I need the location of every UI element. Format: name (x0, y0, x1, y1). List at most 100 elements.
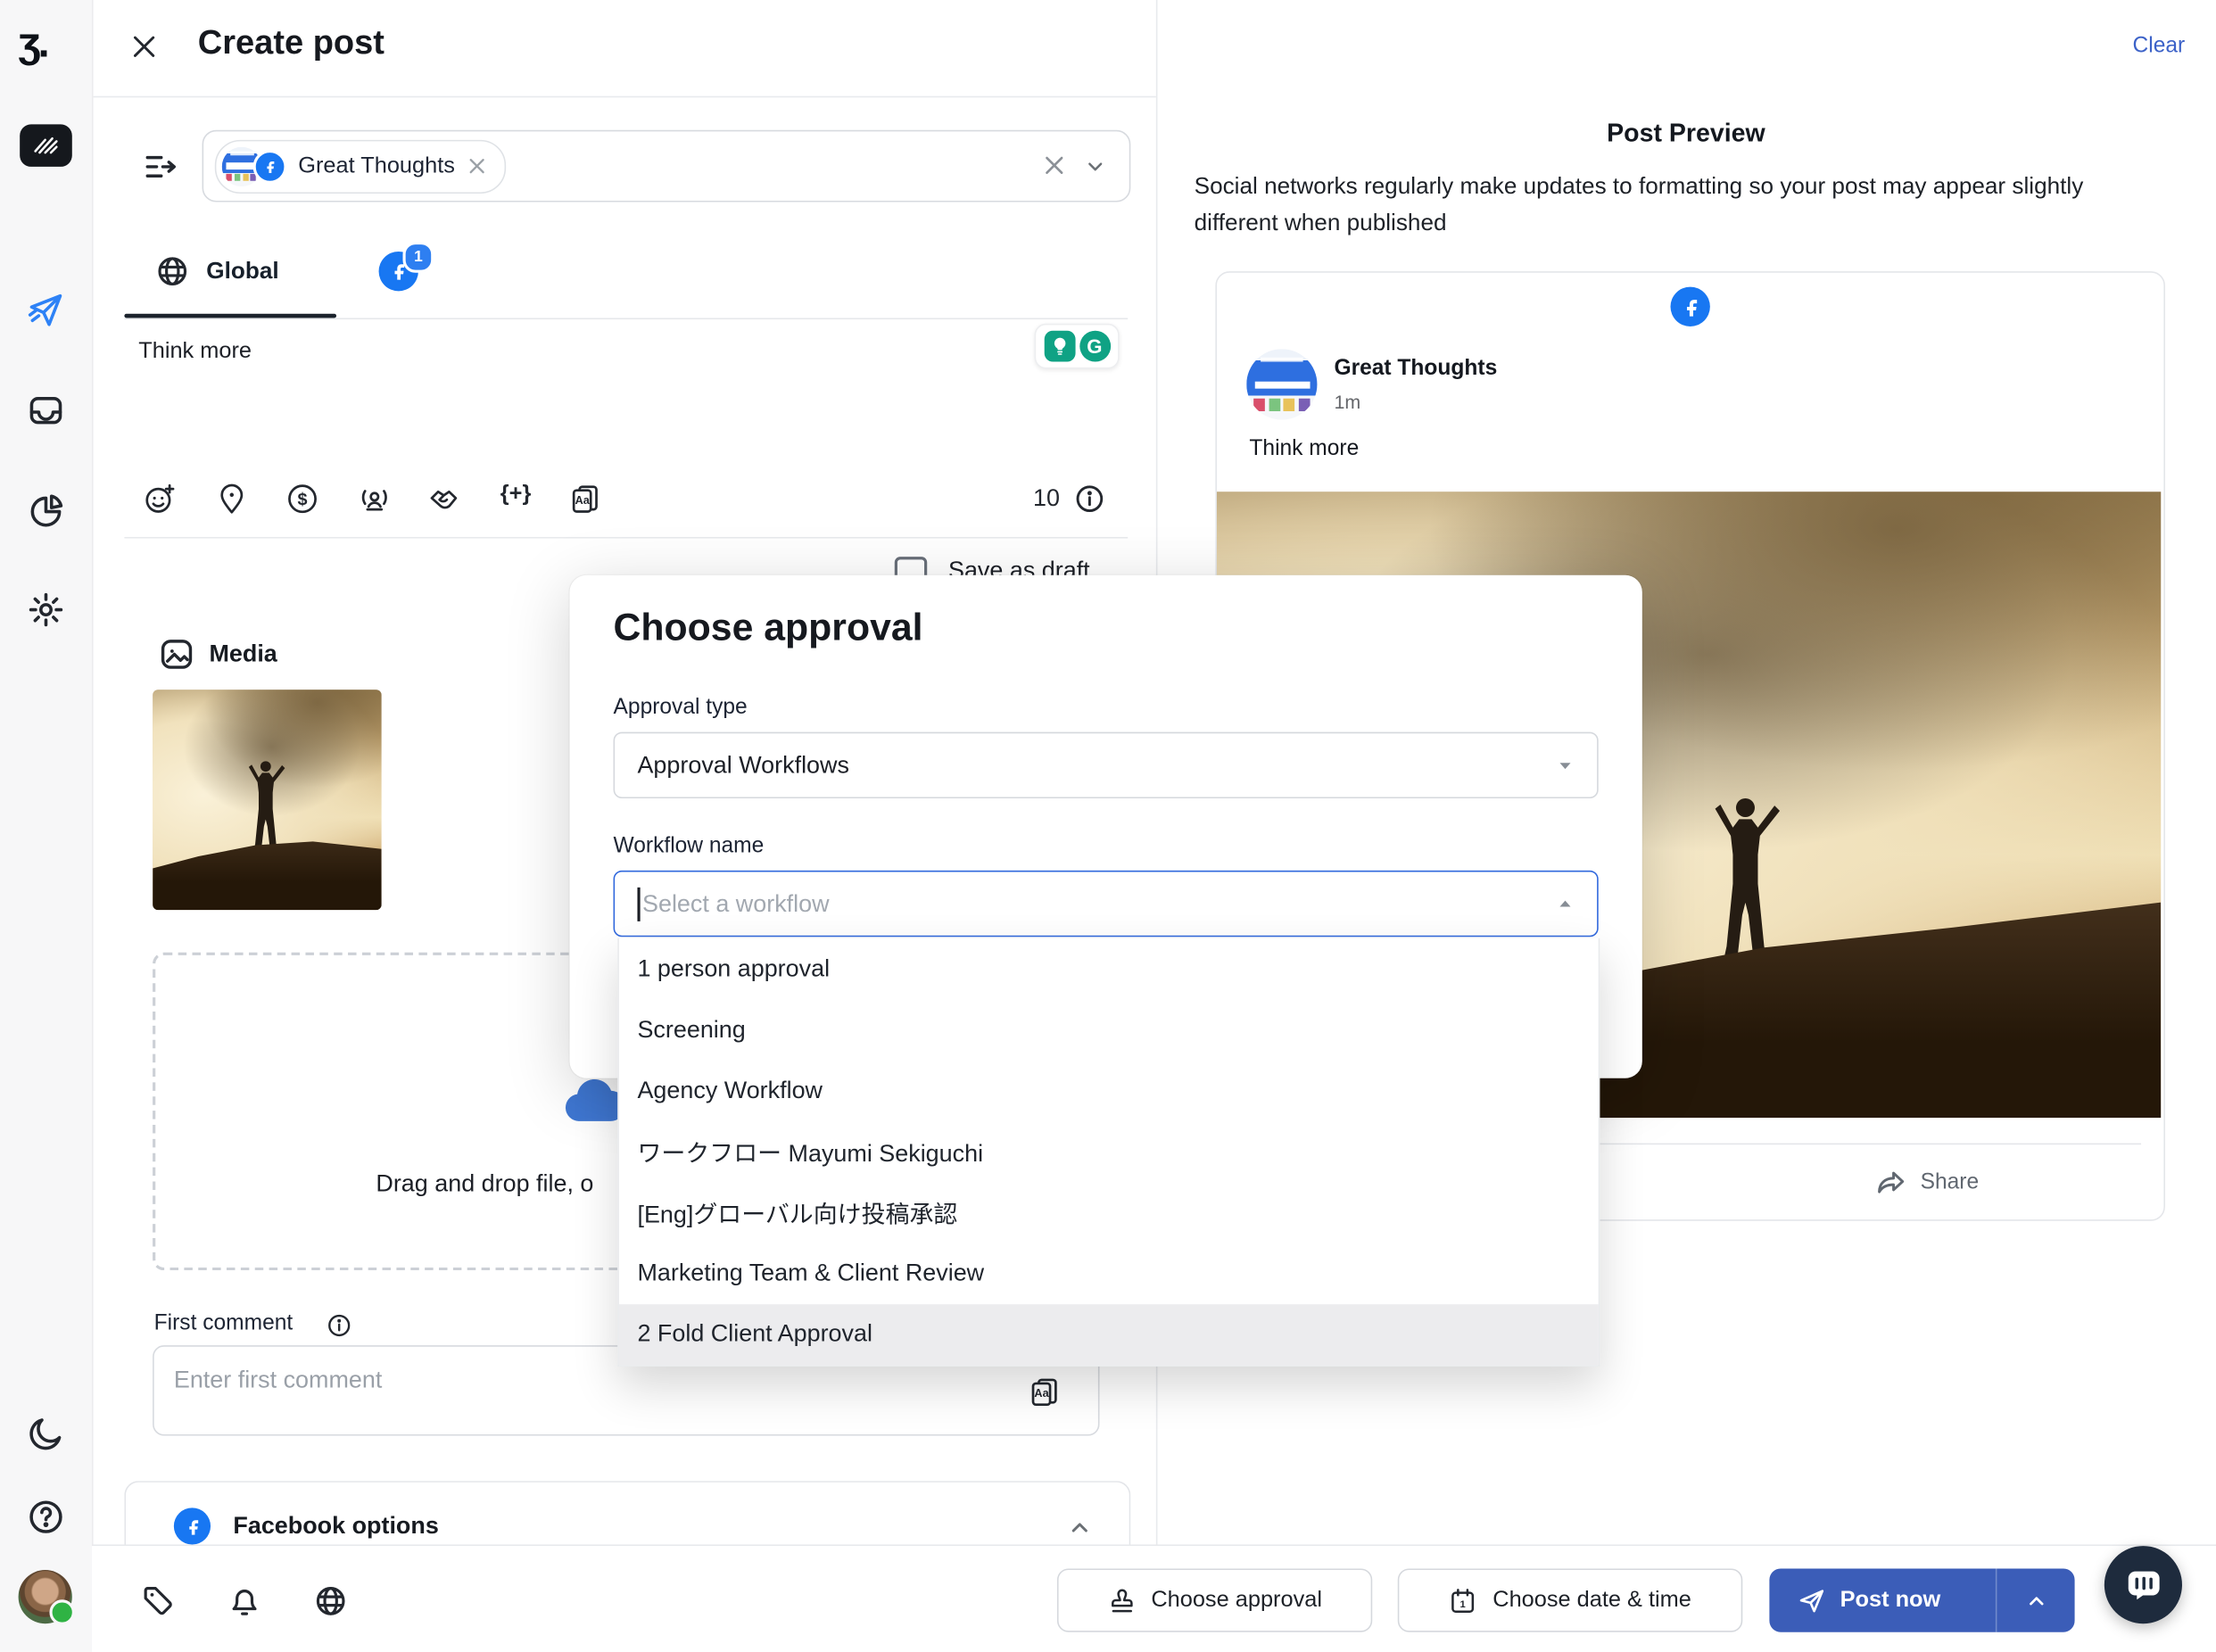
share-button[interactable]: Share (1691, 1154, 2164, 1210)
tag-icon[interactable] (141, 1584, 175, 1618)
facebook-icon (174, 1507, 211, 1544)
silhouette-figure (235, 759, 297, 853)
app-logo-icon[interactable]: ʒ. (19, 20, 47, 68)
app-sidebar: ʒ. (0, 0, 94, 1652)
chevron-up-icon[interactable] (1067, 1515, 1093, 1540)
svg-text:Aa: Aa (575, 494, 591, 507)
approval-type-value: Approval Workflows (637, 751, 848, 780)
location-icon[interactable] (215, 482, 249, 516)
snippet-icon[interactable]: Aa (568, 482, 602, 516)
dark-mode-moon-icon[interactable] (27, 1415, 65, 1453)
media-thumbnail[interactable] (153, 690, 382, 910)
clear-link[interactable]: Clear (2133, 34, 2186, 60)
choose-datetime-button[interactable]: 1 Choose date & time (1398, 1568, 1743, 1631)
globe-icon[interactable] (314, 1584, 348, 1618)
close-icon[interactable] (128, 31, 160, 62)
facebook-options-label: Facebook options (233, 1512, 438, 1540)
workflow-option-selected[interactable]: 2 Fold Client Approval (619, 1304, 1599, 1365)
remove-account-icon[interactable] (467, 155, 488, 177)
share-icon (1875, 1168, 1906, 1199)
facebook-icon (1671, 287, 1710, 326)
svg-text:1: 1 (1460, 1598, 1466, 1609)
tabs-divider (124, 318, 1128, 319)
svg-text:Aa: Aa (1034, 1387, 1049, 1400)
post-text-editor[interactable]: Think more (138, 339, 252, 365)
help-icon[interactable] (27, 1498, 65, 1536)
settings-gear-icon[interactable] (27, 591, 65, 629)
clear-selection-icon[interactable] (1042, 153, 1068, 178)
composer-footer: Choose approval 1 Choose date & time Pos… (92, 1545, 2216, 1652)
toolbar-divider (124, 537, 1128, 539)
inbox-icon[interactable] (27, 392, 65, 430)
workflow-select[interactable]: Select a workflow (614, 871, 1599, 937)
first-comment-input[interactable] (171, 1364, 1011, 1426)
facebook-icon (253, 149, 287, 183)
utm-dollar-icon[interactable]: $ (285, 482, 319, 516)
account-selector[interactable]: Great Thoughts (203, 130, 1131, 202)
info-icon[interactable] (1074, 483, 1105, 515)
create-post-screen: ʒ. Create post (0, 0, 2216, 1652)
caret-up-icon (1556, 895, 1575, 913)
variables-icon[interactable]: {+} (500, 482, 532, 516)
choose-approval-button[interactable]: Choose approval (1057, 1568, 1372, 1631)
globe-icon (155, 254, 189, 288)
post-now-button[interactable]: Post now (1769, 1586, 1995, 1615)
workspace-icon[interactable] (20, 124, 72, 167)
choose-datetime-label: Choose date & time (1492, 1588, 1691, 1614)
workflow-option[interactable]: Agency Workflow (619, 1060, 1599, 1120)
user-avatar[interactable] (19, 1570, 72, 1623)
influencer-icon[interactable] (358, 482, 392, 516)
chevron-down-icon[interactable] (1084, 155, 1106, 178)
upload-cloud-icon (559, 1077, 624, 1125)
tab-facebook[interactable]: 1 (379, 252, 422, 294)
handshake-icon[interactable] (428, 482, 462, 516)
media-icon (158, 636, 194, 673)
page-avatar (1246, 349, 1317, 419)
tab-global[interactable]: Global (155, 254, 278, 288)
workflow-name-label: Workflow name (614, 834, 765, 860)
media-section-label: Media (209, 640, 277, 669)
post-options-chevron-up[interactable] (1997, 1589, 2074, 1611)
modal-title: Choose approval (614, 607, 923, 650)
page-title: Create post (198, 24, 384, 63)
workflow-option[interactable]: [Eng]グローバル向け投稿承認 (619, 1182, 1599, 1243)
suggestion-bulb-icon (1044, 331, 1075, 362)
post-now-button-group: Post now (1769, 1568, 2074, 1631)
workflow-placeholder: Select a workflow (642, 889, 830, 918)
workflow-option[interactable]: 1 person approval (619, 938, 1599, 999)
account-chip-label: Great Thoughts (298, 153, 455, 179)
send-icon (1798, 1586, 1826, 1615)
share-label: Share (1921, 1170, 1980, 1196)
post-now-label: Post now (1840, 1588, 1941, 1614)
analytics-pie-icon[interactable] (27, 491, 65, 530)
post-timestamp: 1m (1334, 392, 1360, 413)
chat-support-button[interactable] (2104, 1546, 2182, 1623)
snippet-icon[interactable]: Aa (1028, 1375, 1062, 1408)
character-count: 10 (1033, 484, 1060, 513)
page-name: Great Thoughts (1334, 356, 1497, 382)
approval-type-label: Approval type (614, 695, 748, 721)
publish-nav-send-icon[interactable] (27, 291, 65, 329)
chat-icon (2123, 1566, 2162, 1603)
emoji-icon[interactable] (143, 482, 177, 516)
workflow-option[interactable]: Marketing Team & Client Review (619, 1243, 1599, 1303)
caret-down-icon (1556, 756, 1575, 775)
workflow-dropdown: 1 person approval Screening Agency Workf… (617, 938, 1600, 1367)
facebook-tab-badge: 1 (402, 242, 434, 273)
choose-approval-label: Choose approval (1151, 1588, 1322, 1614)
workflow-option[interactable]: ワークフロー Mayumi Sekiguchi (619, 1121, 1599, 1182)
account-chip[interactable]: Great Thoughts (215, 139, 506, 193)
post-text: Think more (1249, 437, 1359, 463)
tab-global-label: Global (206, 258, 278, 285)
svg-text:$: $ (298, 490, 308, 509)
post-preview-disclaimer: Social networks regularly make updates t… (1195, 169, 2141, 242)
notification-bell-icon[interactable] (227, 1584, 261, 1618)
approval-type-select[interactable]: Approval Workflows (614, 732, 1599, 798)
first-comment-label: First comment (154, 1311, 294, 1337)
calendar-icon: 1 (1449, 1586, 1477, 1615)
grammarly-widget[interactable]: G (1035, 324, 1120, 369)
workflow-option[interactable]: Screening (619, 999, 1599, 1060)
text-cursor (637, 887, 639, 921)
expand-accounts-icon[interactable] (141, 148, 178, 185)
info-icon[interactable] (327, 1313, 352, 1339)
